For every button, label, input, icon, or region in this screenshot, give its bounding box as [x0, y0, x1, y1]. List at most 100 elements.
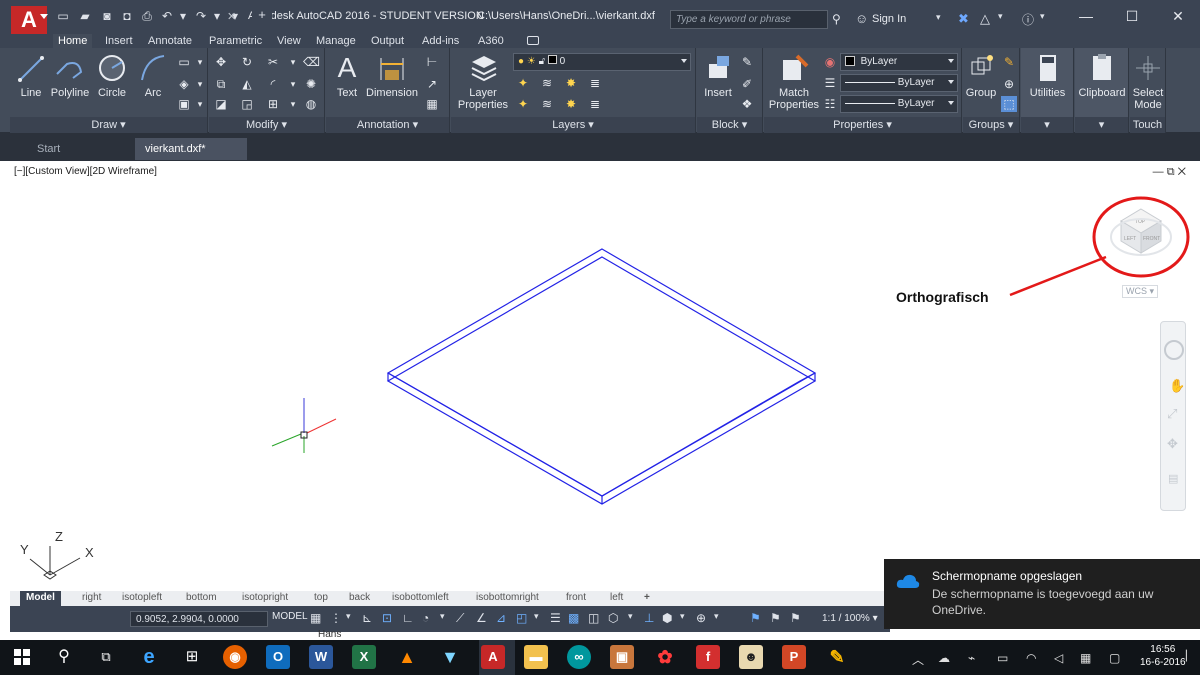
trim-caret-icon[interactable]: ▾: [285, 54, 301, 70]
leader-icon[interactable]: ↗: [424, 76, 440, 92]
search-icon[interactable]: ⚲: [52, 645, 76, 669]
layer-merge-icon[interactable]: ≣: [587, 96, 603, 112]
binoculars-icon[interactable]: ⚲: [832, 12, 841, 26]
hatch-icon[interactable]: ◈: [176, 76, 192, 92]
ungroup-icon[interactable]: ✎: [1001, 54, 1017, 70]
close-button[interactable]: ✕: [1162, 6, 1194, 26]
annotation-scale-icon[interactable]: ⚑: [790, 611, 801, 625]
app-arrow-icon[interactable]: ▼: [438, 645, 462, 669]
dynamic-ucs-icon[interactable]: ⊥: [644, 611, 654, 625]
app-face-icon[interactable]: ☻: [739, 645, 763, 669]
block-panel-label[interactable]: Block ▾: [697, 117, 762, 133]
onedrive-notification[interactable]: Schermopname opgeslagen De schermopname …: [884, 559, 1200, 629]
3d-object-snap-icon[interactable]: ⬡: [608, 611, 618, 625]
explode-icon[interactable]: ✺: [303, 76, 319, 92]
navigation-bar[interactable]: ✋ ⤢ ✥ ▤: [1160, 321, 1186, 511]
layout-tab-right[interactable]: right: [76, 591, 107, 606]
object-snap-caret-icon[interactable]: ▾: [534, 611, 539, 622]
grid-icon[interactable]: ▦: [310, 611, 321, 625]
firefox-icon[interactable]: ◉: [223, 645, 247, 669]
app-ribbon-icon[interactable]: ✿: [653, 645, 677, 669]
show-desktop-icon[interactable]: ▏: [1186, 651, 1194, 662]
excel-icon[interactable]: X: [352, 645, 376, 669]
polar-caret-icon[interactable]: ▾: [440, 611, 445, 622]
model-space-button[interactable]: MODEL: [272, 611, 308, 622]
word-icon[interactable]: W: [309, 645, 333, 669]
auto-scale-icon[interactable]: ⚑: [770, 611, 781, 625]
offset-icon[interactable]: ◍: [303, 96, 319, 112]
3d-snap-caret-icon[interactable]: ▾: [628, 611, 633, 622]
layer-freeze-icon[interactable]: ✸: [563, 75, 579, 91]
layer-walk-icon[interactable]: ✸: [563, 96, 579, 112]
layer-properties-button[interactable]: Layer Properties: [457, 52, 509, 111]
tab-insert[interactable]: Insert: [105, 34, 133, 48]
object-snap-icon[interactable]: ⊿: [496, 611, 506, 625]
scale-icon[interactable]: ◲: [239, 96, 255, 112]
file-tab-start[interactable]: Start: [27, 138, 131, 160]
file-tab-vierkant[interactable]: vierkant.dxf*: [135, 138, 247, 160]
tab-manage[interactable]: Manage: [316, 34, 356, 48]
layout-tab-left[interactable]: left: [604, 591, 629, 606]
clipboard-button[interactable]: Clipboard: [1075, 52, 1129, 99]
wcs-dropdown[interactable]: WCS ▾: [1122, 285, 1159, 298]
lineweight-toggle-icon[interactable]: ☰: [550, 611, 561, 625]
layer-dropdown[interactable]: ● ☀ 🔓︎ 0: [513, 53, 691, 71]
undo-dropdown-icon[interactable]: ▾: [176, 10, 190, 23]
layout-tab-bottom[interactable]: bottom: [180, 591, 223, 606]
color-dropdown[interactable]: ByLayer: [840, 53, 958, 71]
tray-usb-icon[interactable]: ⌁: [968, 651, 975, 665]
a360-caret-icon[interactable]: ▾: [998, 11, 1003, 22]
tab-output[interactable]: Output: [371, 34, 404, 48]
layer-previous-icon[interactable]: ≋: [539, 96, 555, 112]
trim-icon[interactable]: ✂: [265, 54, 281, 70]
groups-panel-label[interactable]: Groups ▾: [963, 117, 1019, 133]
new-file-tab-button[interactable]: +: [252, 6, 272, 24]
line-button[interactable]: Line: [16, 52, 46, 99]
layout-tab-model[interactable]: Model: [20, 591, 61, 606]
new-file-icon[interactable]: ▭: [56, 10, 70, 23]
isodraft-icon[interactable]: ⟋: [456, 611, 464, 626]
app-f-icon[interactable]: f: [696, 645, 720, 669]
powerpoint-icon[interactable]: P: [782, 645, 806, 669]
tray-wifi-icon[interactable]: ◠: [1026, 651, 1036, 665]
utilities-caret[interactable]: ▾: [1021, 117, 1073, 133]
coordinate-readout[interactable]: 0.9052, 2.9904, 0.0000: [130, 611, 268, 627]
app-menu-caret-icon[interactable]: [40, 14, 48, 19]
select-mode-button[interactable]: Select Mode: [1130, 52, 1166, 111]
sign-in-caret-icon[interactable]: ▾: [936, 12, 941, 23]
dynamic-input-icon[interactable]: ⊡: [382, 611, 392, 625]
search-input[interactable]: Type a keyword or phrase: [670, 10, 828, 29]
polyline-button[interactable]: Polyline: [48, 52, 92, 99]
rotate-icon[interactable]: ↻: [239, 54, 255, 70]
tab-home[interactable]: Home: [53, 34, 93, 48]
vlc-icon[interactable]: ▲: [395, 645, 419, 669]
tray-keyboard-icon[interactable]: ▦: [1080, 651, 1091, 665]
object-snap-tracking-icon[interactable]: ∠: [476, 611, 487, 625]
redo-dropdown-icon[interactable]: ▾: [210, 10, 224, 23]
exchange-apps-icon[interactable]: ✖: [958, 11, 969, 27]
region-icon[interactable]: ▣: [176, 96, 192, 112]
arduino-icon[interactable]: ∞: [567, 645, 591, 669]
taskbar-clock[interactable]: 16:56 16-6-2016: [1140, 643, 1186, 669]
layout-tab-back[interactable]: back: [343, 591, 376, 606]
ribbon-minimize-icon[interactable]: [527, 36, 539, 45]
utilities-button[interactable]: Utilities: [1023, 52, 1072, 99]
outlook-icon[interactable]: O: [266, 645, 290, 669]
help-caret-icon[interactable]: ▾: [1040, 11, 1045, 22]
layout-tab-top[interactable]: top: [308, 591, 334, 606]
polar-tracking-icon[interactable]: ◔: [422, 611, 429, 625]
array-icon[interactable]: ⊞: [265, 96, 281, 112]
clipboard-caret[interactable]: ▾: [1075, 117, 1128, 133]
tab-view[interactable]: View: [277, 34, 301, 48]
transparency-icon[interactable]: ▩: [568, 611, 579, 625]
filter-caret-icon[interactable]: ▾: [680, 611, 685, 622]
app-box-icon[interactable]: ▣: [610, 645, 634, 669]
match-properties-button[interactable]: Match Properties: [766, 52, 822, 111]
drawing-canvas[interactable]: Z Y X TOP LEFT FRONT: [10, 161, 1190, 591]
fillet-icon[interactable]: ◜: [265, 76, 281, 92]
create-block-icon[interactable]: ✎: [739, 54, 755, 70]
start-button[interactable]: [10, 645, 34, 669]
sign-in-button[interactable]: Sign In: [872, 13, 906, 25]
edge-icon[interactable]: e: [137, 645, 161, 669]
layer-lock-icon[interactable]: ≣: [587, 75, 603, 91]
